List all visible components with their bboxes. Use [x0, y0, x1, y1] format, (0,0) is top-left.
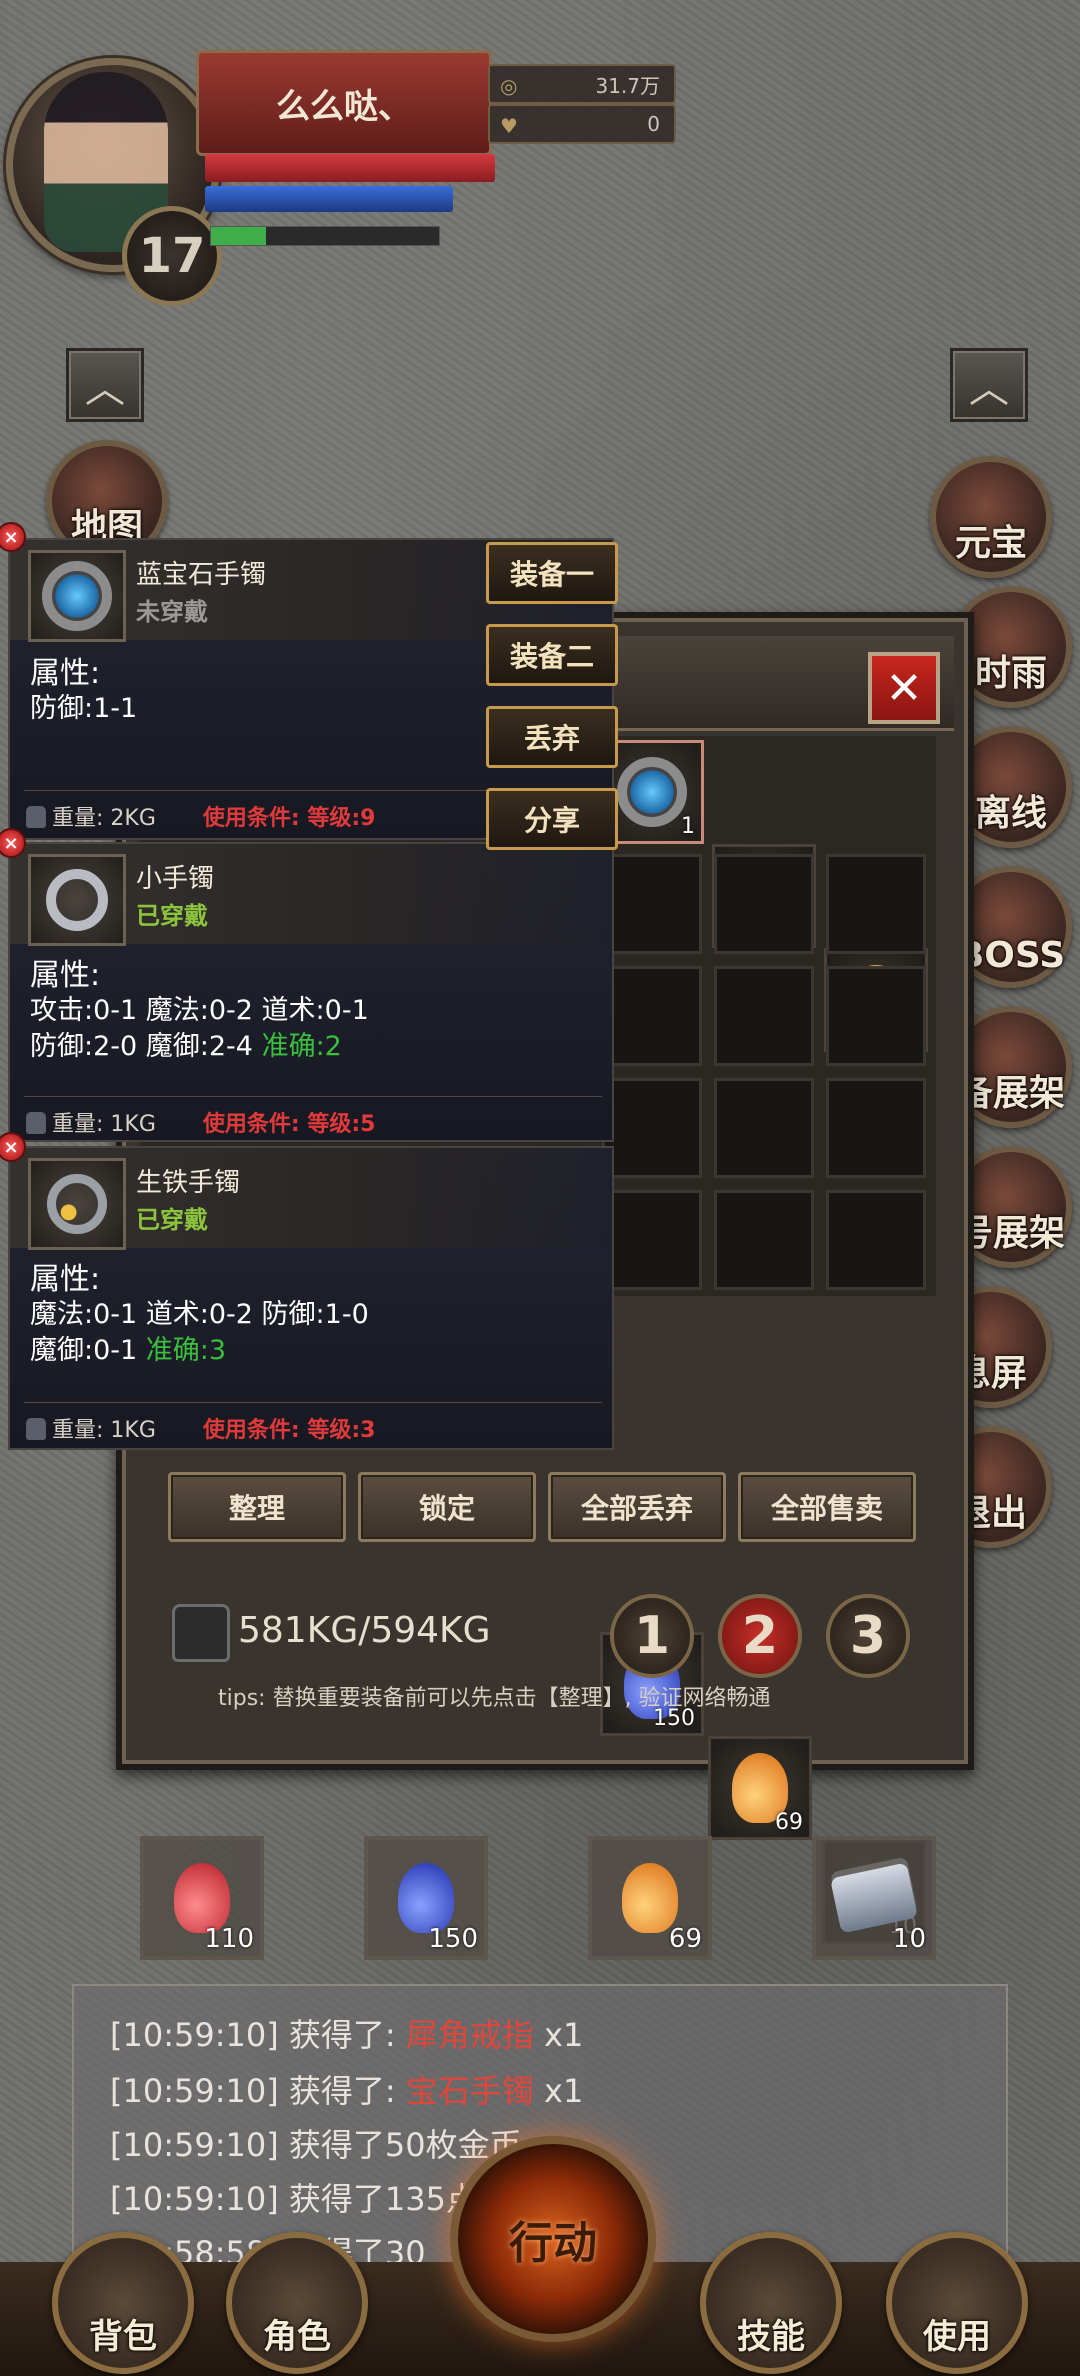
bag-slot-orange-potion[interactable]: 69	[708, 1736, 812, 1840]
weight-icon	[26, 1418, 46, 1440]
bag-slot-empty[interactable]	[602, 1078, 702, 1178]
quick-slot-blue-potion[interactable]: 150	[364, 1836, 488, 1960]
iron-bracelet-icon	[28, 1158, 126, 1250]
chat-line: [10:59:10] 获得了50枚金币	[110, 2126, 522, 2164]
weight-icon	[26, 1112, 46, 1134]
lock-button[interactable]: 锁定	[358, 1472, 536, 1542]
bag-slot-empty[interactable]	[602, 966, 702, 1066]
item-status: 未穿戴	[136, 598, 208, 626]
red-potion-icon	[174, 1863, 230, 1933]
sapphire-bracelet-icon	[617, 757, 687, 827]
weight-icon	[172, 1604, 230, 1662]
hp-bar	[205, 154, 495, 182]
attr-line: 魔御:0-1 准确:3	[30, 1335, 227, 1366]
currency2-amount: 0	[647, 112, 660, 136]
nav-use[interactable]: 使用	[886, 2232, 1028, 2374]
scroll-icon	[830, 1862, 918, 1934]
heart-icon: ♥	[500, 114, 518, 138]
item-name: 蓝宝石手镯	[136, 560, 267, 590]
item-status: 已穿戴	[136, 1206, 208, 1234]
bag-page-1[interactable]: 1	[610, 1594, 694, 1678]
action-button[interactable]: 行动	[450, 2136, 656, 2342]
nav-skills[interactable]: 技能	[700, 2232, 842, 2374]
nav-character[interactable]: 角色	[226, 2232, 368, 2374]
close-bag-button[interactable]: ✕	[868, 652, 940, 724]
equip-slot2-button[interactable]: 装备二	[486, 624, 618, 686]
attr-line: 防御:2-0 魔御:2-4 准确:2	[30, 1031, 342, 1062]
chat-line: [10:59:10] 获得了135点	[110, 2180, 478, 2218]
collapse-right-button[interactable]: ︿	[950, 348, 1028, 422]
equip-slot1-button[interactable]: 装备一	[486, 542, 618, 604]
item-tooltip-iron-bracelet: 生铁手镯 已穿戴 属性: 魔法:0-1 道术:0-2 防御:1-0 魔御:0-1…	[8, 1146, 614, 1450]
chat-line: [10:59:10] 获得了: 宝石手镯 x1	[110, 2072, 584, 2110]
bag-slot-empty[interactable]	[826, 1078, 926, 1178]
gold-display: ◎ 31.7万	[488, 64, 676, 104]
discard-button[interactable]: 丢弃	[486, 706, 618, 768]
bag-slot-empty[interactable]	[826, 966, 926, 1066]
gold-amount: 31.7万	[595, 73, 660, 98]
close-icon: ✕	[885, 662, 923, 714]
collapse-left-button[interactable]: ︿	[66, 348, 144, 422]
gold-coin-icon: ◎	[500, 74, 518, 98]
player-level-badge: 17	[122, 206, 222, 306]
item-name: 生铁手镯	[136, 1168, 241, 1198]
attr-line: 攻击:0-1 魔法:0-2 道术:0-1	[30, 995, 369, 1026]
tooltip-divider	[24, 1096, 602, 1097]
side-menu-yuanbao[interactable]: 元宝	[930, 456, 1052, 578]
sell-all-button[interactable]: 全部售卖	[738, 1472, 916, 1542]
bag-slot-empty[interactable]	[602, 854, 702, 954]
currency2-display: ♥ 0	[488, 104, 676, 144]
blue-potion-icon	[398, 1863, 454, 1933]
tooltip-footer: 重量: 1KG 使用条件: 等级:5	[26, 1106, 375, 1138]
bag-slot-empty[interactable]	[714, 1190, 814, 1290]
bag-tips: tips: 替换重要装备前可以先点击【整理】, 验证网络畅通	[218, 1686, 771, 1711]
tooltip-footer: 重量: 2KG 使用条件: 等级:9	[26, 800, 375, 832]
quick-slot-orange-potion[interactable]: 69	[588, 1836, 712, 1960]
player-name: 么么哒、	[196, 50, 492, 156]
bag-slot-empty[interactable]	[714, 1078, 814, 1178]
item-name: 小手镯	[136, 864, 215, 894]
weight-icon	[26, 806, 46, 828]
bag-page-2[interactable]: 2	[718, 1594, 802, 1678]
bag-page-3[interactable]: 3	[826, 1594, 910, 1678]
bag-slot-empty[interactable]	[602, 1190, 702, 1290]
tooltip-divider	[24, 1402, 602, 1403]
chevron-up-icon: ︿	[85, 366, 125, 412]
quick-slot-scroll[interactable]: 10	[812, 1836, 936, 1960]
orange-potion-icon	[622, 1863, 678, 1933]
quick-slot-red-potion[interactable]: 110	[140, 1836, 264, 1960]
mp-bar	[205, 186, 453, 212]
bag-slot-empty[interactable]	[714, 966, 814, 1066]
bag-slot-empty[interactable]	[826, 1190, 926, 1290]
share-button[interactable]: 分享	[486, 788, 618, 850]
item-tooltip-small-bracelet: 小手镯 已穿戴 属性: 攻击:0-1 魔法:0-2 道术:0-1 防御:2-0 …	[8, 842, 614, 1142]
bag-slot-empty[interactable]	[714, 854, 814, 954]
chat-line: [10:59:10] 获得了: 犀角戒指 x1	[110, 2016, 584, 2054]
item-status: 已穿戴	[136, 902, 208, 930]
sapphire-bracelet-icon	[28, 550, 126, 642]
attr-line: 防御:1-1	[30, 693, 138, 724]
chevron-up-icon: ︿	[969, 366, 1009, 412]
discard-all-button[interactable]: 全部丢弃	[548, 1472, 726, 1542]
bag-weight: 581KG/594KG	[238, 1610, 491, 1651]
sort-button[interactable]: 整理	[168, 1472, 346, 1542]
nav-bag[interactable]: 背包	[52, 2232, 194, 2374]
exp-fill	[211, 227, 266, 245]
silver-bracelet-icon	[28, 854, 126, 946]
bag-slot-empty[interactable]	[826, 854, 926, 954]
exp-bar	[210, 226, 440, 246]
tooltip-footer: 重量: 1KG 使用条件: 等级:3	[26, 1412, 375, 1444]
attr-line: 魔法:0-1 道术:0-2 防御:1-0	[30, 1299, 369, 1330]
